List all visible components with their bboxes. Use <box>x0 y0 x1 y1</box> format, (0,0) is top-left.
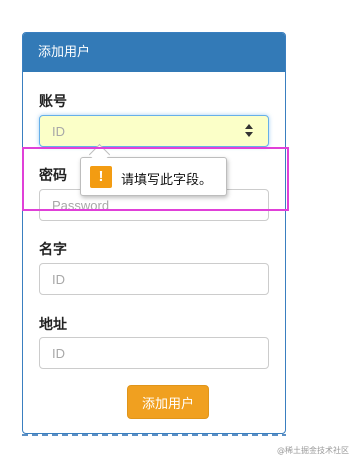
spinner-up-icon[interactable] <box>245 124 253 129</box>
add-user-button[interactable]: 添加用户 <box>127 385 209 419</box>
validation-tooltip: ! 请填写此字段。 <box>80 157 227 196</box>
name-input[interactable] <box>39 263 269 295</box>
watermark: @稀土掘金技术社区 <box>277 446 349 455</box>
name-label: 名字 <box>39 242 67 258</box>
account-label: 账号 <box>39 94 67 110</box>
number-spinner-icon[interactable] <box>243 124 255 138</box>
spinner-down-icon[interactable] <box>245 132 253 137</box>
address-input[interactable] <box>39 337 269 369</box>
password-label: 密码 <box>39 168 67 184</box>
panel-bottom-border <box>22 434 286 436</box>
warning-icon: ! <box>90 166 112 188</box>
validation-message: 请填写此字段。 <box>121 173 213 188</box>
page: 添加用户 账号 密码 名字 地址 添加用户 ! 请填写此字段。 @稀土掘金技术社… <box>0 0 355 459</box>
panel-title: 添加用户 <box>23 33 285 72</box>
account-input[interactable] <box>39 115 269 147</box>
address-label: 地址 <box>39 317 67 333</box>
